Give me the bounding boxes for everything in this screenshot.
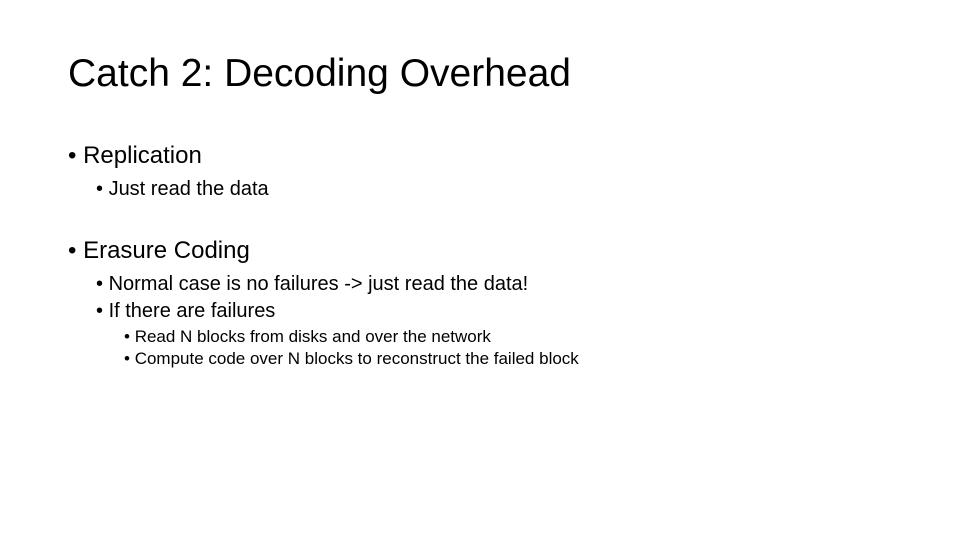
bullet-text: Replication xyxy=(68,142,202,169)
bullet-lvl2: Just read the data xyxy=(96,178,892,201)
section-erasure-coding: Erasure Coding Normal case is no failure… xyxy=(68,237,892,369)
slide-title: Catch 2: Decoding Overhead xyxy=(68,52,892,96)
bullet-lvl3: Read N blocks from disks and over the ne… xyxy=(124,327,892,347)
bullet-text: Just read the data xyxy=(96,178,269,200)
bullet-lvl2: Normal case is no failures -> just read … xyxy=(96,273,892,296)
bullet-lvl2: If there are failures xyxy=(96,300,892,323)
slide: Catch 2: Decoding Overhead Replication J… xyxy=(0,0,960,540)
bullet-text: Compute code over N blocks to reconstruc… xyxy=(124,349,579,368)
bullet-text: If there are failures xyxy=(96,300,275,322)
bullet-text: Normal case is no failures -> just read … xyxy=(96,273,528,295)
bullet-text: Read N blocks from disks and over the ne… xyxy=(124,327,491,346)
bullet-lvl3: Compute code over N blocks to reconstruc… xyxy=(124,349,892,369)
bullet-text: Erasure Coding xyxy=(68,237,250,264)
bullet-lvl1: Erasure Coding xyxy=(68,237,892,265)
bullet-lvl1: Replication xyxy=(68,142,892,170)
section-replication: Replication Just read the data xyxy=(68,142,892,201)
